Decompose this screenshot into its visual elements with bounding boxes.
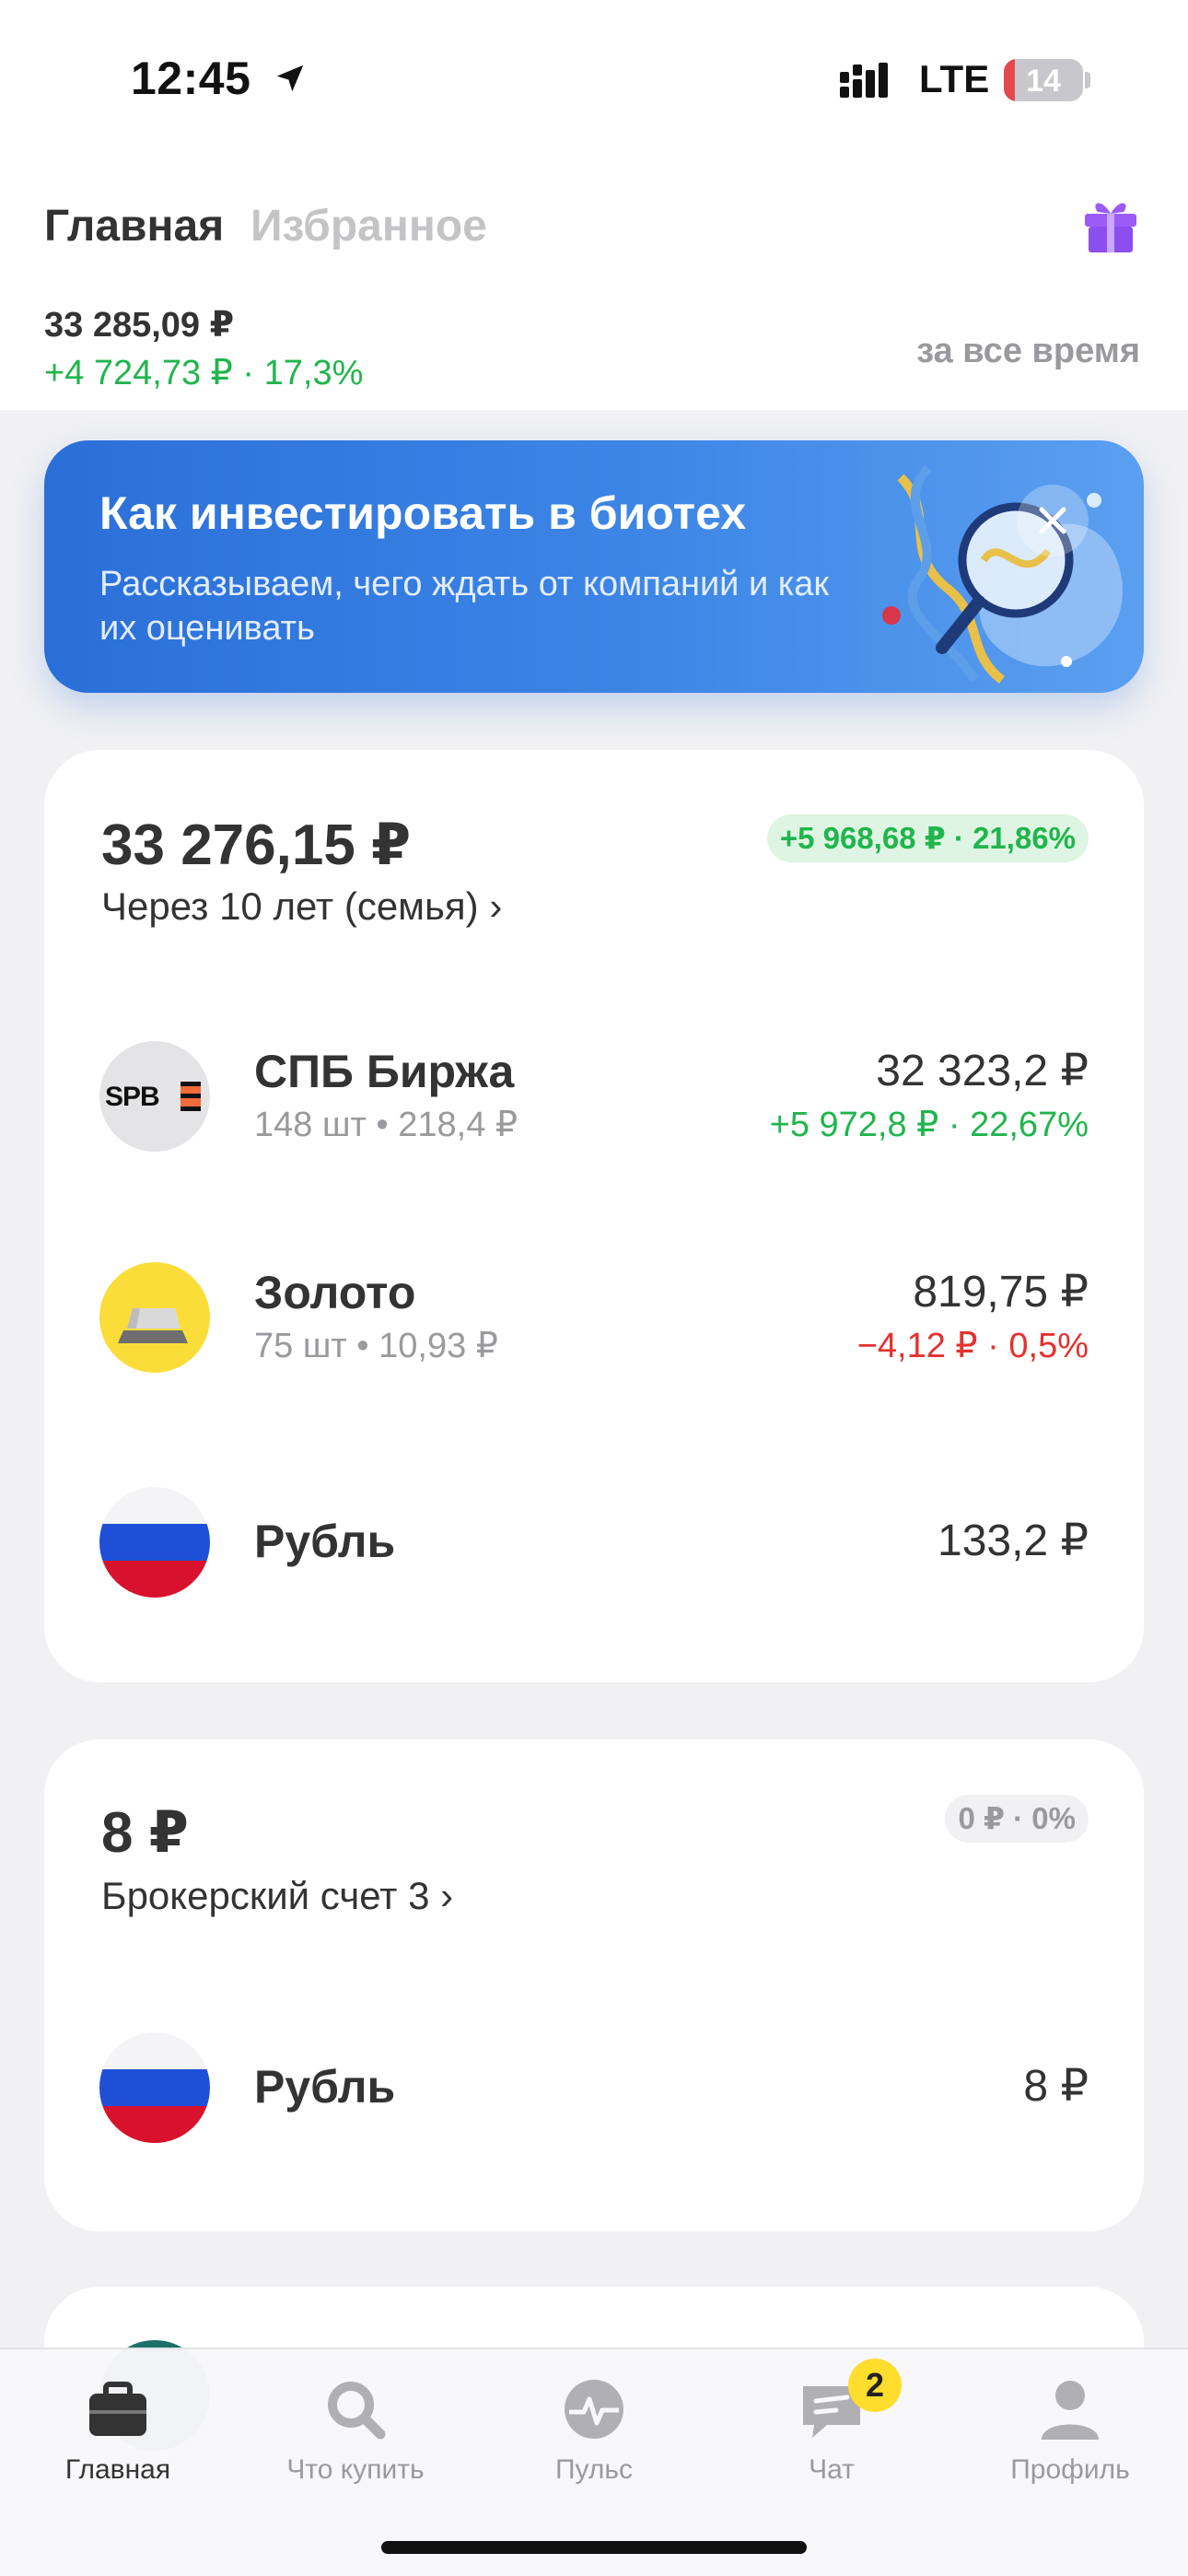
account-change-badge: 0 ₽ · 0% (945, 1795, 1089, 1843)
gift-icon[interactable] (1081, 193, 1140, 254)
asset-quantity: 75 шт • 10,93 ₽ (254, 1327, 498, 1365)
account-card[interactable]: 8 ₽ 0 ₽ · 0% Брокерский счет 3 › Рубль 8… (44, 1739, 1144, 2231)
tab-label: Чат (809, 2454, 855, 2485)
gold-bar-icon (99, 1262, 210, 1373)
tab-profile[interactable]: Профиль (978, 2373, 1162, 2486)
battery-level: 14 (1026, 64, 1061, 99)
home-indicator (381, 2541, 807, 2554)
portfolio-total-change: +4 724,73 ₽ · 17,3% (44, 354, 364, 392)
tab-label: Профиль (1010, 2454, 1130, 2485)
account-value: 33 276,15 ₽ (101, 814, 412, 877)
banner-subtitle: Рассказываем, чего ждать от компаний и к… (99, 565, 829, 648)
spb-exchange-logo: SPB (99, 1041, 210, 1152)
asset-quantity: 148 шт • 218,4 ₽ (254, 1106, 518, 1144)
banner-title: Как инвестировать в биотех (99, 487, 747, 539)
asset-value: 8 ₽ (1023, 2062, 1089, 2111)
banner-close-button[interactable] (1017, 485, 1089, 556)
account-value: 8 ₽ (101, 1801, 189, 1865)
tab-label: Что купить (286, 2454, 425, 2485)
tab-chat[interactable]: 2 Чат (740, 2359, 924, 2486)
tab-favorites[interactable]: Избранное (250, 201, 487, 252)
period-selector[interactable]: за все время (916, 332, 1140, 371)
asset-value: 819,75 ₽ (913, 1268, 1089, 1317)
promo-banner[interactable]: Как инвестировать в биотех Рассказываем,… (44, 440, 1144, 693)
asset-name: СПБ Биржа (254, 1046, 515, 1097)
asset-name: Рубль (254, 2061, 396, 2113)
account-name[interactable]: Через 10 лет (семья) › (101, 884, 502, 929)
account-change-badge: +5 968,68 ₽ · 21,86% (766, 814, 1089, 862)
spb-logo-bars (181, 1082, 201, 1111)
battery-indicator: 14 (1004, 59, 1083, 101)
search-icon (328, 2382, 386, 2440)
portfolio-total-value: 33 285,09 ₽ (44, 306, 235, 345)
asset-name: Рубль (254, 1516, 396, 1567)
signal-icon (840, 63, 888, 98)
account-name[interactable]: Брокерский счет 3 › (101, 1874, 453, 1918)
spb-logo-text: SPB (105, 1082, 160, 1112)
chat-unread-badge: 2 (848, 2359, 902, 2412)
tab-what-to-buy[interactable]: Что купить (263, 2373, 448, 2486)
asset-value: 133,2 ₽ (938, 1516, 1089, 1565)
status-time: 12:45 (131, 53, 251, 104)
asset-change: +5 972,8 ₽ · 22,67% (769, 1106, 1089, 1144)
asset-name: Золото (254, 1267, 416, 1318)
tab-label: Главная (64, 2454, 171, 2485)
asset-value: 32 323,2 ₽ (876, 1047, 1089, 1095)
battery-cap (1085, 72, 1090, 88)
tab-pulse[interactable]: Пульс (502, 2373, 686, 2486)
tab-label: Пульс (554, 2454, 634, 2485)
network-type: LTE (919, 57, 990, 100)
briefcase-icon (89, 2382, 146, 2436)
location-arrow-icon (276, 64, 304, 92)
pulse-icon (565, 2380, 623, 2439)
close-icon (1039, 507, 1066, 534)
asset-change: −4,12 ₽ · 0,5% (856, 1327, 1089, 1365)
tab-main[interactable]: Главная (44, 201, 224, 252)
dna-magnifier-illustration (882, 464, 1123, 684)
account-card[interactable]: 33 276,15 ₽ +5 968,68 ₽ · 21,86% Через 1… (44, 750, 1144, 1682)
russia-flag-icon (99, 1487, 210, 1598)
russia-flag-icon (99, 2032, 210, 2143)
profile-icon (1042, 2381, 1099, 2440)
tab-home[interactable]: Главная (26, 2373, 210, 2486)
